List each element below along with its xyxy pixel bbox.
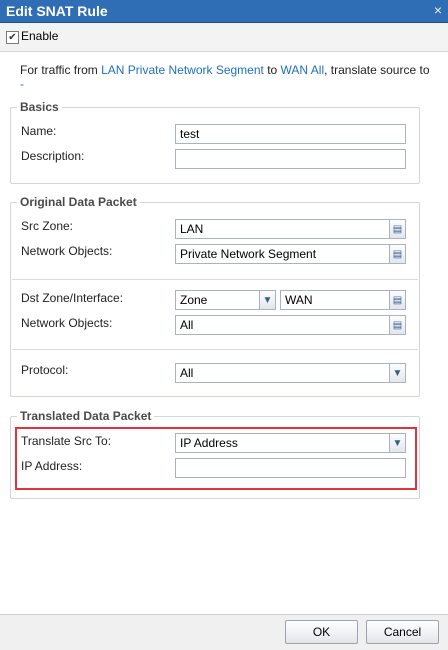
basics-legend: Basics <box>20 100 59 114</box>
translate-src-select[interactable]: IP Address <box>175 433 390 453</box>
translate-link[interactable]: - <box>20 77 24 91</box>
src-zone-label: Src Zone: <box>21 219 74 233</box>
src-objects-input[interactable]: Private Network Segment <box>175 244 390 264</box>
src-zone-picker-icon[interactable]: ▤ <box>389 219 406 239</box>
ok-button[interactable]: OK <box>285 620 358 644</box>
summary-suffix: , translate source to <box>324 63 430 77</box>
protocol-label: Protocol: <box>21 363 69 377</box>
translate-src-label: Translate Src To: <box>21 434 112 448</box>
protocol-select[interactable]: All <box>175 363 390 383</box>
ip-address-input[interactable] <box>175 458 406 478</box>
enable-toolbar: ✔ Enable <box>0 23 448 52</box>
original-divider-1 <box>12 279 418 280</box>
original-divider-2 <box>12 349 418 350</box>
enable-checkbox[interactable]: ✔ <box>6 31 19 44</box>
description-input[interactable] <box>175 149 406 169</box>
title-bar: Edit SNAT Rule × <box>0 0 448 23</box>
dialog-footer: OK Cancel <box>0 614 448 650</box>
src-objects-picker-icon[interactable]: ▤ <box>389 244 406 264</box>
translate-src-chevron-down-icon[interactable]: ▼ <box>389 433 406 453</box>
translated-legend: Translated Data Packet <box>20 409 152 423</box>
dst-zone-input[interactable]: WAN <box>280 290 390 310</box>
description-label: Description: <box>21 149 85 163</box>
ip-address-label: IP Address: <box>21 459 83 473</box>
dst-zone-label: Dst Zone/Interface: <box>21 291 124 305</box>
summary-prefix: For traffic from <box>20 63 102 77</box>
traffic-summary: For traffic from LAN Private Network Seg… <box>20 63 430 91</box>
dst-type-chevron-down-icon[interactable]: ▼ <box>259 290 276 310</box>
original-legend: Original Data Packet <box>20 195 137 209</box>
src-link[interactable]: LAN Private Network Segment <box>101 63 264 77</box>
dst-type-select[interactable]: Zone <box>175 290 260 310</box>
dst-objects-input[interactable]: All <box>175 315 390 335</box>
dst-objects-label: Network Objects: <box>21 316 113 330</box>
dst-objects-picker-icon[interactable]: ▤ <box>389 315 406 335</box>
enable-label: Enable <box>21 29 59 43</box>
dst-link[interactable]: WAN All <box>281 63 325 77</box>
summary-middle: to <box>263 63 281 77</box>
name-input[interactable]: test <box>175 124 406 144</box>
dialog-title: Edit SNAT Rule <box>6 3 108 19</box>
src-zone-input[interactable]: LAN <box>175 219 390 239</box>
dst-zone-picker-icon[interactable]: ▤ <box>389 290 406 310</box>
close-icon[interactable]: × <box>434 2 442 18</box>
cancel-button[interactable]: Cancel <box>366 620 439 644</box>
src-objects-label: Network Objects: <box>21 244 113 258</box>
name-label: Name: <box>21 124 57 138</box>
protocol-chevron-down-icon[interactable]: ▼ <box>389 363 406 383</box>
